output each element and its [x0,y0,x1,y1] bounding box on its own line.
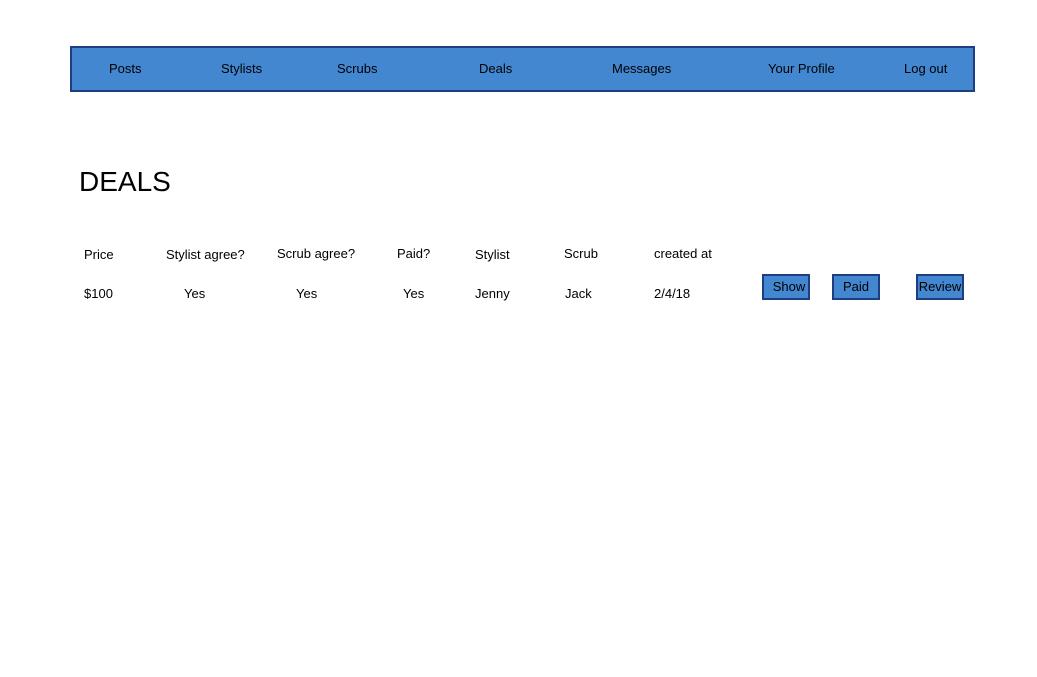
show-button[interactable]: Show [762,274,810,300]
cell-created-at: 2/4/18 [654,286,691,301]
nav-stylists[interactable]: Stylists [221,61,262,77]
cell-scrub: Jack [565,286,592,301]
header-price: Price [84,247,114,262]
cell-stylist: Jenny [475,286,510,301]
page: Posts Stylists Scrubs Deals Messages You… [0,0,1037,677]
show-button-label: Show [772,279,806,294]
cell-stylist-agree: Yes [184,286,206,301]
header-paid: Paid? [397,246,431,261]
nav-your-profile[interactable]: Your Profile [768,61,835,77]
top-navbar: Posts Stylists Scrubs Deals Messages You… [70,46,975,92]
header-scrub: Scrub [564,246,598,261]
header-scrub-agree: Scrub agree? [277,246,356,261]
header-stylist: Stylist [475,247,510,262]
review-button[interactable]: Review [916,274,964,300]
nav-posts[interactable]: Posts [109,61,142,77]
paid-button[interactable]: Paid [832,274,880,300]
page-title: DEALS [79,166,171,197]
header-stylist-agree: Stylist agree? [166,247,245,262]
nav-scrubs[interactable]: Scrubs [337,61,377,77]
cell-paid: Yes [403,286,425,301]
nav-messages[interactable]: Messages [612,61,671,77]
nav-log-out[interactable]: Log out [904,61,947,77]
nav-deals[interactable]: Deals [479,61,512,77]
header-created-at: created at [654,246,712,261]
cell-price: $100 [84,286,113,301]
cell-scrub-agree: Yes [296,286,318,301]
